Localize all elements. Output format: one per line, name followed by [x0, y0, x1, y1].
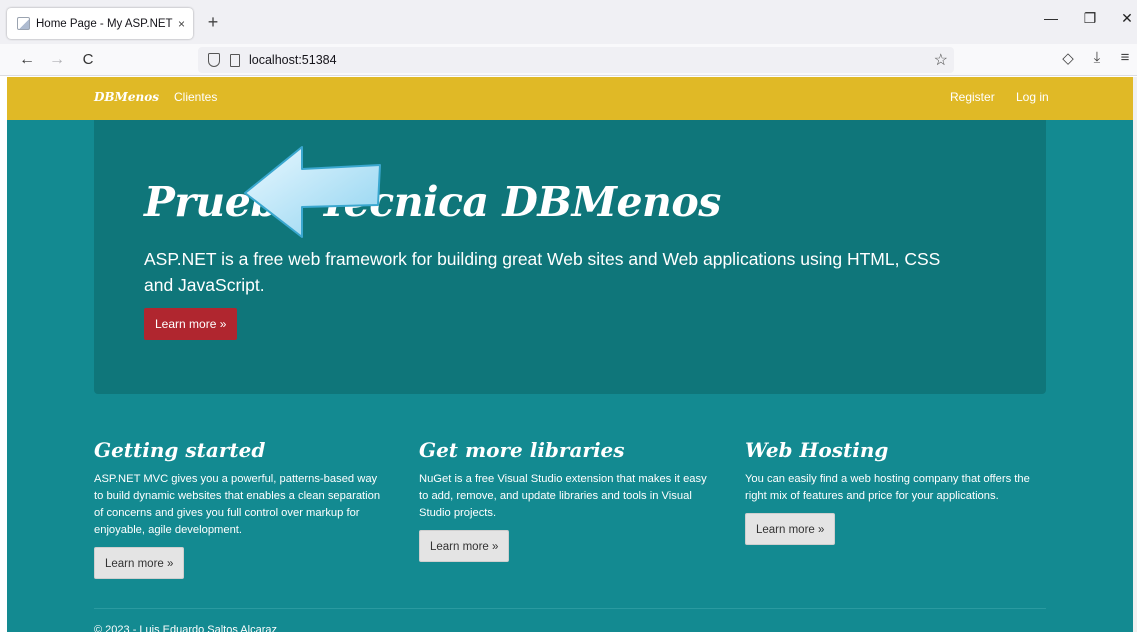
annotation-arrow-icon: [244, 146, 381, 238]
column-get-more-libraries: Get more libraries NuGet is a free Visua…: [419, 438, 714, 562]
jumbotron-lead: ASP.NET is a free web framework for buil…: [144, 249, 941, 295]
site-brand-link[interactable]: DBMenos: [94, 90, 159, 104]
tab-title: Home Page - My ASP.NET Appl: [36, 17, 174, 30]
bookmark-star-icon[interactable]: ☆: [934, 50, 948, 70]
column-getting-started: Getting started ASP.NET MVC gives you a …: [94, 438, 389, 579]
site-navbar: DBMenos Clientes Register Log in: [7, 77, 1133, 120]
nav-link-register[interactable]: Register: [950, 90, 995, 104]
back-button[interactable]: ←: [16, 49, 38, 71]
libraries-learn-more-button[interactable]: Learn more »: [419, 530, 510, 562]
column-heading: Getting started: [94, 438, 266, 462]
column-text: You can easily find a web hosting compan…: [745, 473, 1030, 502]
downloads-icon[interactable]: ⤓: [1087, 49, 1107, 66]
pocket-icon[interactable]: ◇: [1058, 49, 1078, 67]
footer-divider: [94, 608, 1046, 609]
nav-link-login[interactable]: Log in: [1016, 90, 1049, 104]
tracking-protection-shield-icon[interactable]: [208, 53, 220, 67]
reload-button[interactable]: C: [77, 49, 99, 71]
browser-tab[interactable]: Home Page - My ASP.NET Appl ×: [7, 8, 193, 39]
web-hosting-learn-more-button[interactable]: Learn more »: [745, 513, 836, 545]
new-tab-button[interactable]: +: [201, 10, 225, 34]
column-text: ASP.NET MVC gives you a powerful, patter…: [94, 473, 381, 536]
footer-text: © 2023 - Luis Eduardo Saltos Alcaraz: [94, 624, 277, 632]
nav-link-clientes[interactable]: Clientes: [174, 90, 217, 104]
forward-button[interactable]: →: [46, 49, 68, 71]
page-viewport: DBMenos Clientes Register Log in Prueba …: [0, 77, 1137, 632]
browser-toolbar: ← → C localhost:51384 ☆ ◇ ⤓ ≡: [0, 44, 1137, 76]
page-title: Prueba Técnica DBMenos: [144, 178, 721, 226]
column-heading: Web Hosting: [745, 438, 889, 462]
address-bar[interactable]: localhost:51384 ☆: [198, 47, 954, 73]
close-tab-icon[interactable]: ×: [178, 17, 185, 31]
column-text: NuGet is a free Visual Studio extension …: [419, 473, 707, 519]
minimize-window-button[interactable]: —: [1041, 10, 1061, 26]
close-window-button[interactable]: ✕: [1117, 10, 1137, 27]
site-body: Prueba Técnica DBMenos ASP.NET is a free…: [7, 120, 1133, 632]
jumbotron: Prueba Técnica DBMenos ASP.NET is a free…: [94, 120, 1046, 394]
page-favicon-icon: [17, 17, 30, 30]
url-text[interactable]: localhost:51384: [249, 53, 337, 67]
column-heading: Get more libraries: [419, 438, 625, 462]
app-menu-icon[interactable]: ≡: [1115, 49, 1135, 66]
column-web-hosting: Web Hosting You can easily find a web ho…: [745, 438, 1040, 545]
page-scrollbar[interactable]: [1133, 77, 1137, 632]
browser-tabstrip: Home Page - My ASP.NET Appl × + — ❐ ✕: [0, 0, 1137, 44]
page-info-icon[interactable]: [230, 53, 240, 67]
getting-started-learn-more-button[interactable]: Learn more »: [94, 547, 185, 579]
jumbotron-learn-more-button[interactable]: Learn more »: [144, 308, 238, 340]
restore-window-button[interactable]: ❐: [1080, 10, 1100, 27]
